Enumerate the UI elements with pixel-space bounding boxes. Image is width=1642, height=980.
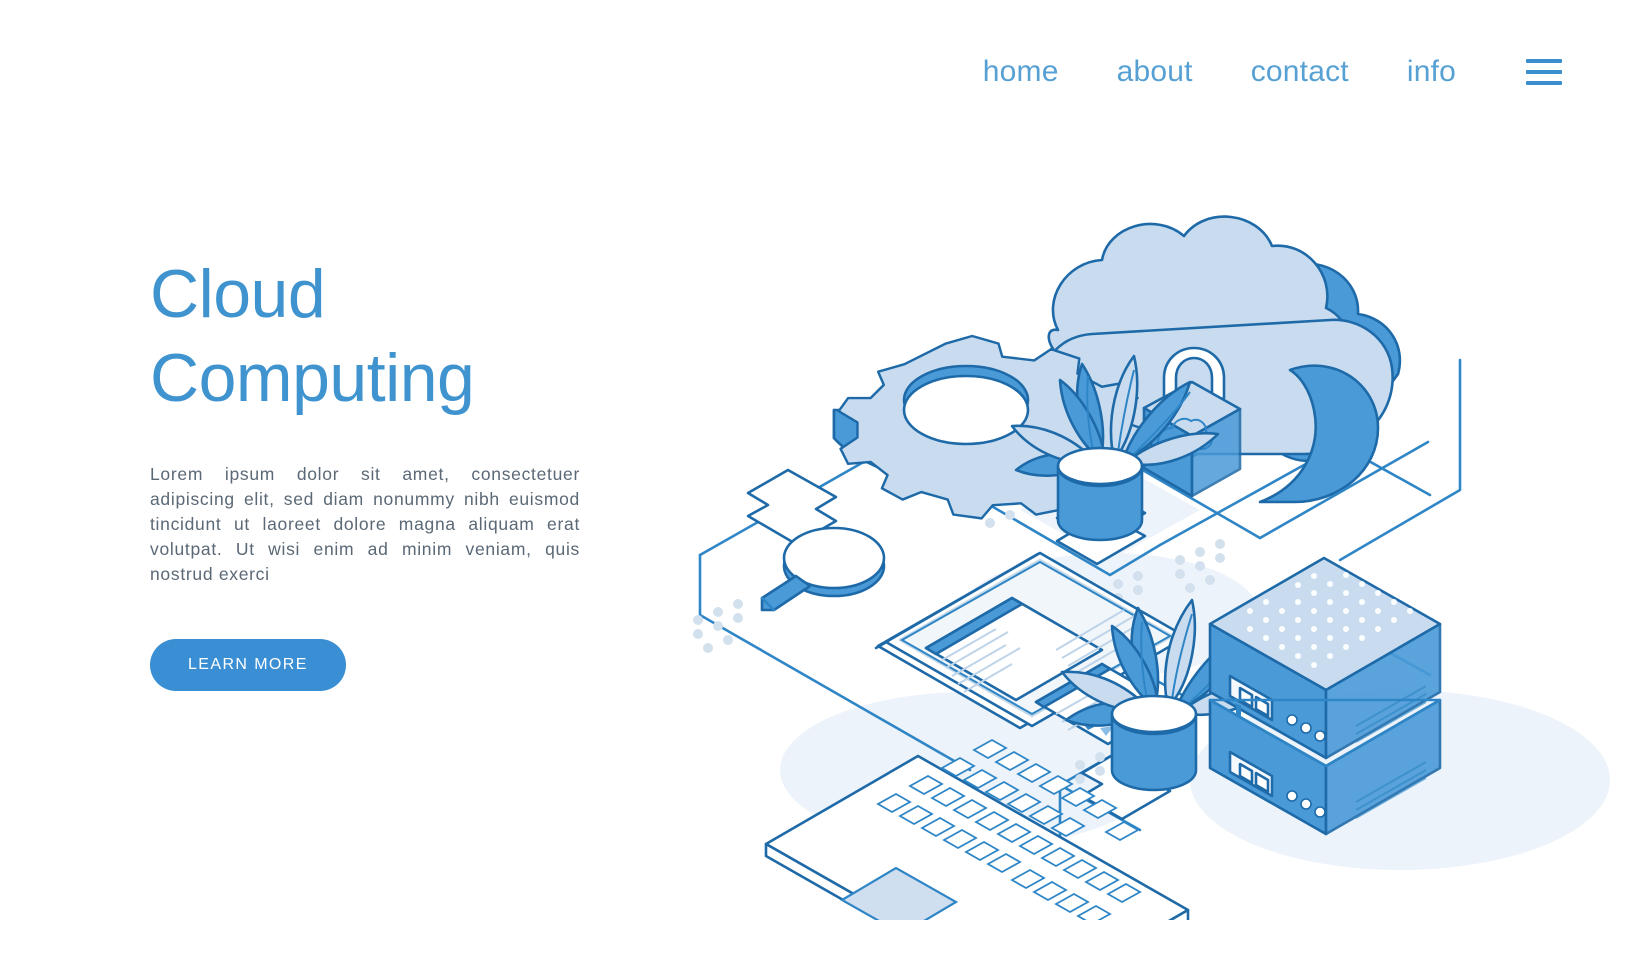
page-title-line-2: Computing xyxy=(150,340,475,416)
hamburger-bar xyxy=(1526,59,1562,63)
hamburger-menu-icon[interactable] xyxy=(1526,59,1562,85)
magnifier-icon xyxy=(760,526,886,612)
nav-item-home[interactable]: home xyxy=(983,52,1059,92)
nav-item-contact[interactable]: contact xyxy=(1251,52,1349,92)
main-navigation: home about contact info xyxy=(983,52,1562,92)
hamburger-bar xyxy=(1526,70,1562,74)
cloud-computing-illustration: .ln{fill:none;stroke:#2f86c6;stroke-widt… xyxy=(640,160,1630,920)
learn-more-button[interactable]: LEARN MORE xyxy=(150,639,346,691)
nav-item-info[interactable]: info xyxy=(1407,52,1456,92)
nav-item-about[interactable]: about xyxy=(1117,52,1193,92)
page-title: Cloud Computing xyxy=(150,252,620,420)
landing-page: home about contact info Cloud Computing … xyxy=(0,0,1642,980)
hero-paragraph: Lorem ipsum dolor sit amet, consectetuer… xyxy=(150,464,580,584)
page-title-line-1: Cloud xyxy=(150,256,326,332)
hero-section: Cloud Computing Lorem ipsum dolor sit am… xyxy=(150,252,620,691)
hamburger-bar xyxy=(1526,81,1562,85)
